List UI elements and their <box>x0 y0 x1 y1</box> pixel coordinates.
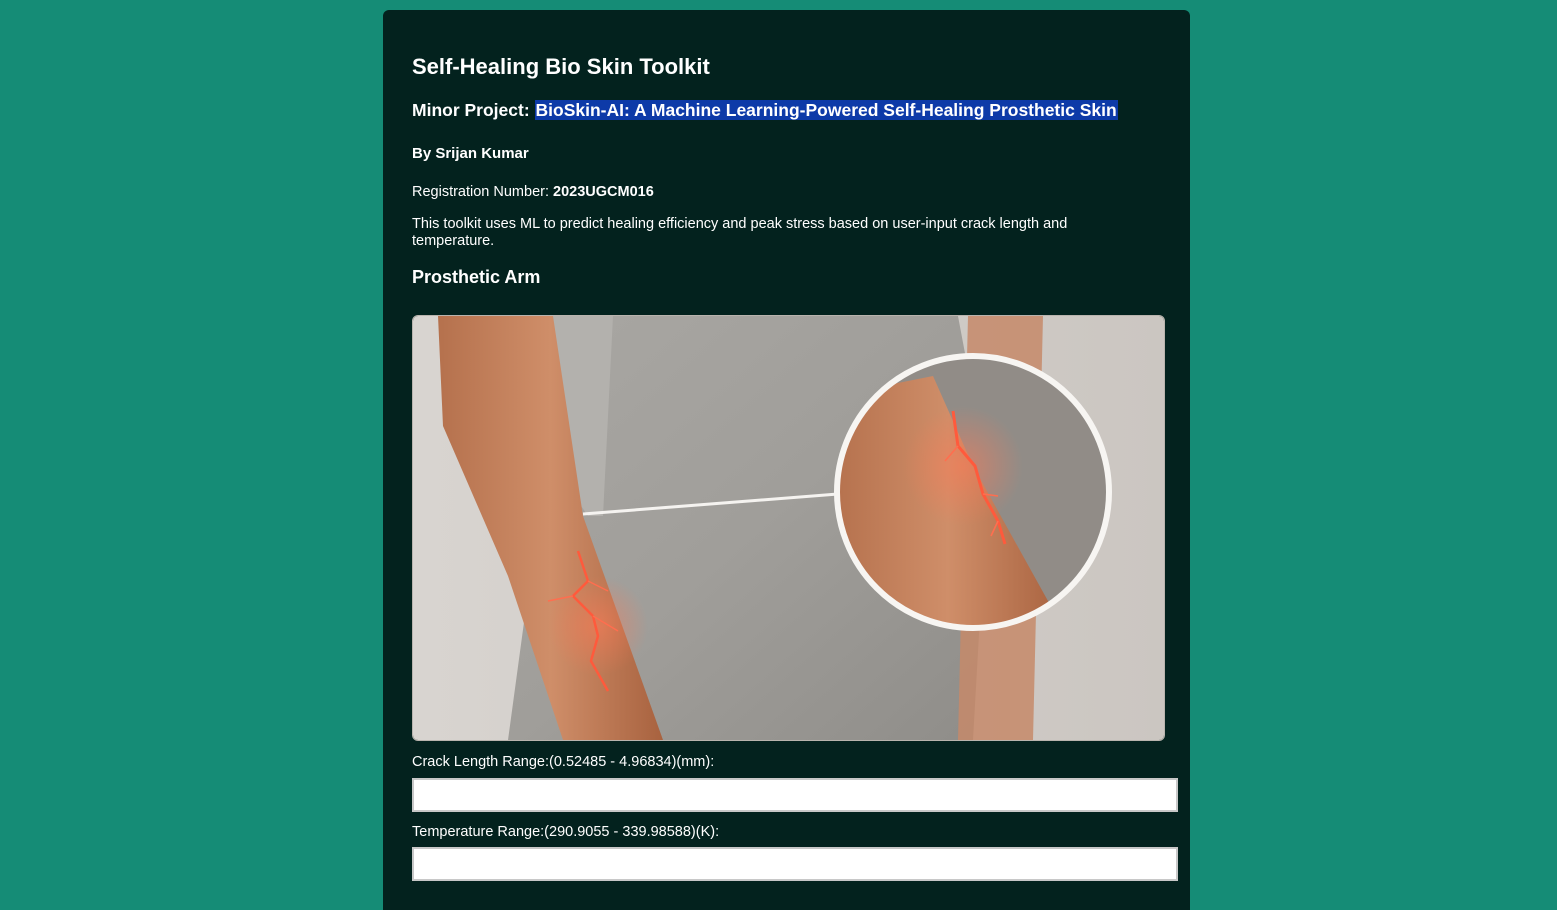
toolkit-description: This toolkit uses ML to predict healing … <box>412 216 1068 249</box>
crack-length-input[interactable] <box>412 778 1178 812</box>
project-subtitle: Minor Project: BioSkin-AI: A Machine Lea… <box>412 100 1118 121</box>
page-title: Self-Healing Bio Skin Toolkit <box>412 54 710 79</box>
prosthetic-arm-image <box>412 315 1165 741</box>
temperature-label: Temperature Range:(290.9055 - 339.98588)… <box>412 824 720 840</box>
subtitle-highlighted-text: BioSkin-AI: A Machine Learning-Powered S… <box>534 100 1118 120</box>
author-name: Srijan Kumar <box>435 145 529 162</box>
temperature-input[interactable] <box>412 847 1178 881</box>
subtitle-prefix: Minor Project: <box>412 100 535 120</box>
registration-line: Registration Number: 2023UGCM016 <box>412 184 654 200</box>
main-panel: Self-Healing Bio Skin Toolkit Minor Proj… <box>383 10 1190 910</box>
byline-prefix: By <box>412 145 436 162</box>
crack-length-label: Crack Length Range:(0.52485 - 4.96834)(m… <box>412 754 715 770</box>
section-title: Prosthetic Arm <box>412 267 541 287</box>
author-byline: By Srijan Kumar <box>412 145 529 162</box>
registration-number: 2023UGCM016 <box>553 184 654 200</box>
registration-label: Registration Number: <box>412 184 554 200</box>
